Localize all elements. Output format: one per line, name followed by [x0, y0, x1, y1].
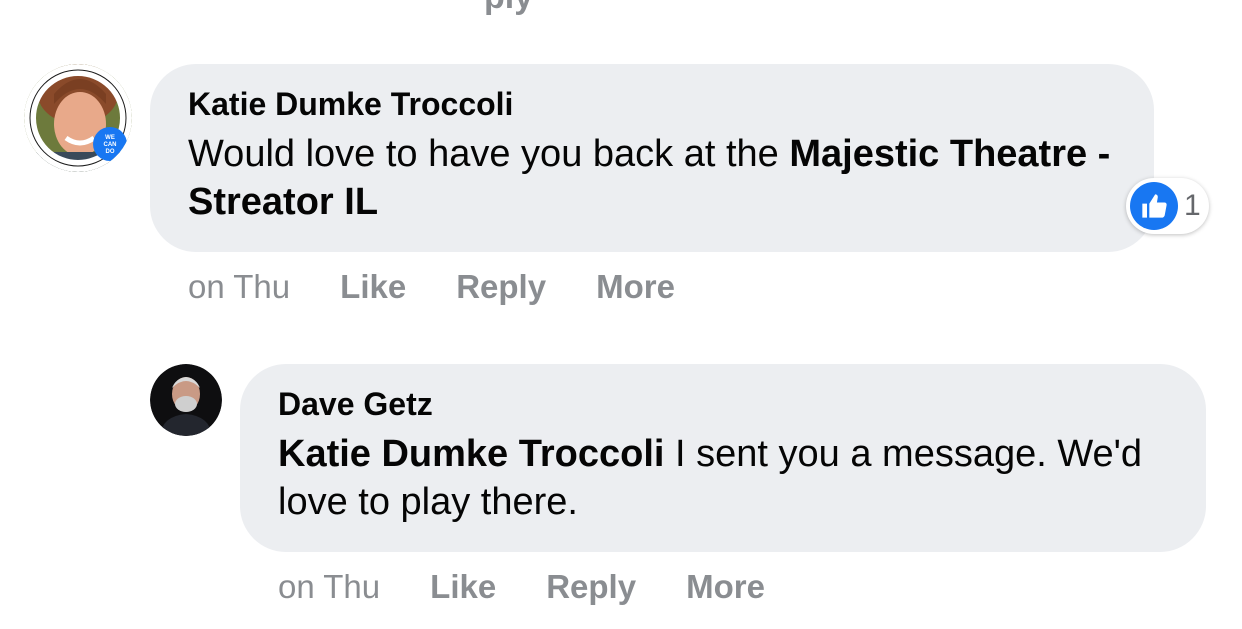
previous-comment-action-cut: ply	[484, 0, 533, 17]
comment-author[interactable]: Katie Dumke Troccoli	[188, 84, 1116, 124]
svg-text:WE: WE	[105, 135, 115, 141]
comment-actions-dave: on Thu Like Reply More	[278, 567, 815, 607]
comment-text-plain: Would love to have you back at the	[188, 133, 790, 175]
reaction-summary[interactable]: 1	[1126, 178, 1209, 234]
svg-text:CAN: CAN	[104, 142, 117, 148]
like-reaction-icon	[1130, 182, 1178, 230]
user-mention-link[interactable]: Katie Dumke Troccoli	[278, 433, 664, 475]
reply-button[interactable]: Reply	[456, 267, 546, 307]
like-button[interactable]: Like	[340, 267, 406, 307]
avatar-dave[interactable]	[150, 364, 222, 436]
more-button[interactable]: More	[686, 567, 765, 607]
comment-text: Would love to have you back at the Majes…	[188, 130, 1116, 226]
comment-bubble-dave[interactable]: Dave Getz Katie Dumke Troccoli I sent yo…	[240, 364, 1206, 552]
reaction-count: 1	[1184, 189, 1201, 222]
comment-author[interactable]: Dave Getz	[278, 384, 1168, 424]
svg-text:DO: DO	[106, 149, 115, 155]
comment-bubble-katie[interactable]: Katie Dumke Troccoli Would love to have …	[150, 64, 1154, 252]
timestamp[interactable]: on Thu	[278, 567, 380, 607]
comment-actions-katie: on Thu Like Reply More	[188, 267, 725, 307]
avatar-katie[interactable]: WE CAN DO	[24, 64, 132, 172]
more-button[interactable]: More	[596, 267, 675, 307]
timestamp[interactable]: on Thu	[188, 267, 290, 307]
comment-text: Katie Dumke Troccoli I sent you a messag…	[278, 430, 1168, 526]
like-button[interactable]: Like	[430, 567, 496, 607]
reply-button[interactable]: Reply	[546, 567, 636, 607]
